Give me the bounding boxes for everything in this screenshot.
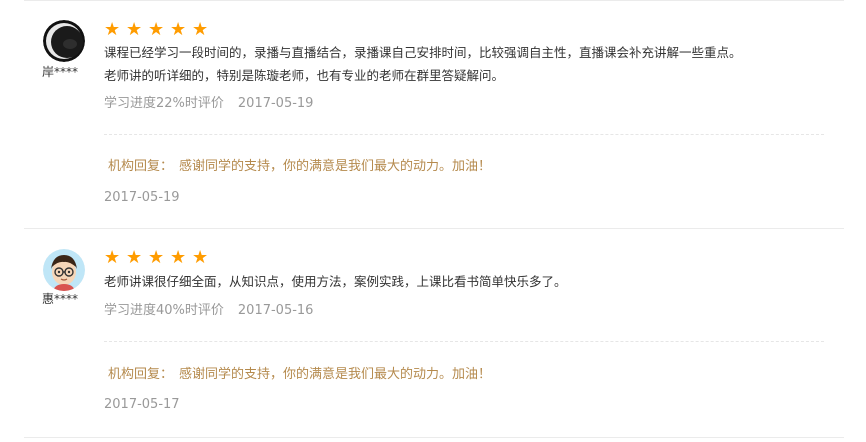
comment-line: 老师讲的听详细的，特别是陈璇老师，也有专业的老师在群里答疑解问。 (104, 68, 505, 83)
institution-reply: 机构回复： 感谢同学的支持，你的满意是我们最大的动力。加油！ (108, 158, 491, 176)
progress-text: 学习进度40%时评价 (104, 303, 224, 318)
dashed-divider (104, 341, 824, 342)
star-icon: ★ (126, 19, 143, 40)
star-icon: ★ (148, 247, 165, 268)
star-icon: ★ (148, 19, 165, 40)
star-rating: ★ ★ ★ ★ ★ (104, 21, 210, 41)
review-comment: 课程已经学习一段时间的，录播与直播结合，录播课自己安排时间，比较强调自主性，直播… (104, 41, 834, 87)
star-icon: ★ (192, 247, 209, 268)
reply-label: 机构回复： (108, 367, 174, 382)
institution-reply: 机构回复： 感谢同学的支持，你的满意是我们最大的动力。加油！ (108, 366, 491, 384)
review-list: 岸**** ★ ★ ★ ★ ★ 课程已经学习一段时间的，录播与直播结合，录播课自… (0, 0, 866, 442)
star-icon: ★ (192, 19, 209, 40)
reply-text: 感谢同学的支持，你的满意是我们最大的动力。加油！ (179, 159, 492, 174)
review-date: 2017-05-19 (237, 96, 314, 111)
star-icon: ★ (170, 19, 187, 40)
star-icon: ★ (126, 247, 143, 268)
reply-text: 感谢同学的支持，你的满意是我们最大的动力。加油！ (179, 367, 492, 382)
reviewer-name: 岸**** (42, 65, 79, 79)
reviewer-name: 惠**** (42, 292, 79, 306)
reply-date: 2017-05-19 (104, 190, 180, 205)
star-icon: ★ (170, 247, 187, 268)
progress-text: 学习进度22%时评价 (104, 96, 224, 111)
review-item: 惠**** ★ ★ ★ ★ ★ 老师讲课很仔细全面，从知识点，使用方法，案例实践… (0, 228, 866, 438)
review-comment: 老师讲课很仔细全面，从知识点，使用方法，案例实践，上课比看书简单快乐多了。 (104, 270, 834, 293)
cartoon-boy-avatar-icon[interactable] (43, 249, 85, 291)
star-rating: ★ ★ ★ ★ ★ (104, 249, 210, 269)
review-item: 岸**** ★ ★ ★ ★ ★ 课程已经学习一段时间的，录播与直播结合，录播课自… (0, 0, 866, 228)
divider (24, 437, 844, 438)
moon-avatar-icon[interactable] (43, 20, 85, 62)
reply-label: 机构回复： (108, 159, 174, 174)
dashed-divider (104, 134, 824, 135)
reply-date: 2017-05-17 (104, 397, 180, 412)
review-date: 2017-05-16 (237, 303, 314, 318)
review-meta: 学习进度22%时评价 2017-05-19 (104, 95, 313, 113)
star-icon: ★ (104, 247, 121, 268)
comment-line: 课程已经学习一段时间的，录播与直播结合，录播课自己安排时间，比较强调自主性，直播… (104, 45, 742, 60)
review-meta: 学习进度40%时评价 2017-05-16 (104, 302, 313, 320)
comment-line: 老师讲课很仔细全面，从知识点，使用方法，案例实践，上课比看书简单快乐多了。 (104, 274, 567, 289)
star-icon: ★ (104, 19, 121, 40)
